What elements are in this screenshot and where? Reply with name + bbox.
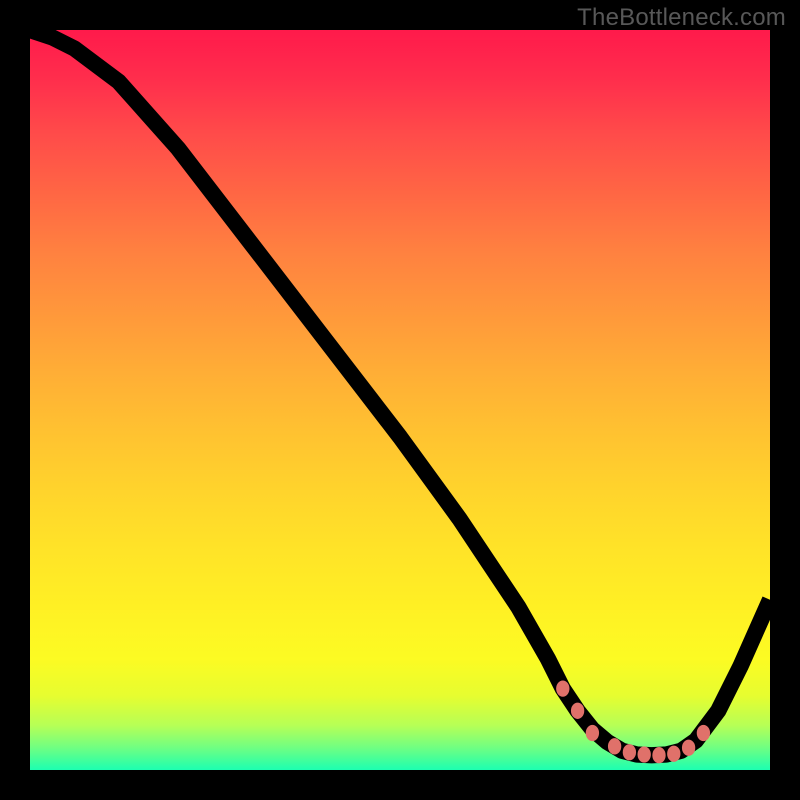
valley-marker [586, 725, 599, 741]
valley-marker [556, 680, 569, 696]
valley-marker [682, 740, 695, 756]
valley-marker [652, 747, 665, 763]
chart-frame: TheBottleneck.com [0, 0, 800, 800]
plot-area [30, 30, 770, 770]
bottleneck-curve [30, 30, 770, 755]
valley-marker [623, 744, 636, 760]
valley-marker [571, 703, 584, 719]
valley-marker [697, 725, 710, 741]
valley-marker [638, 746, 651, 762]
chart-svg [30, 30, 770, 770]
valley-marker [667, 746, 680, 762]
watermark-text: TheBottleneck.com [577, 4, 786, 32]
valley-marker [608, 738, 621, 754]
